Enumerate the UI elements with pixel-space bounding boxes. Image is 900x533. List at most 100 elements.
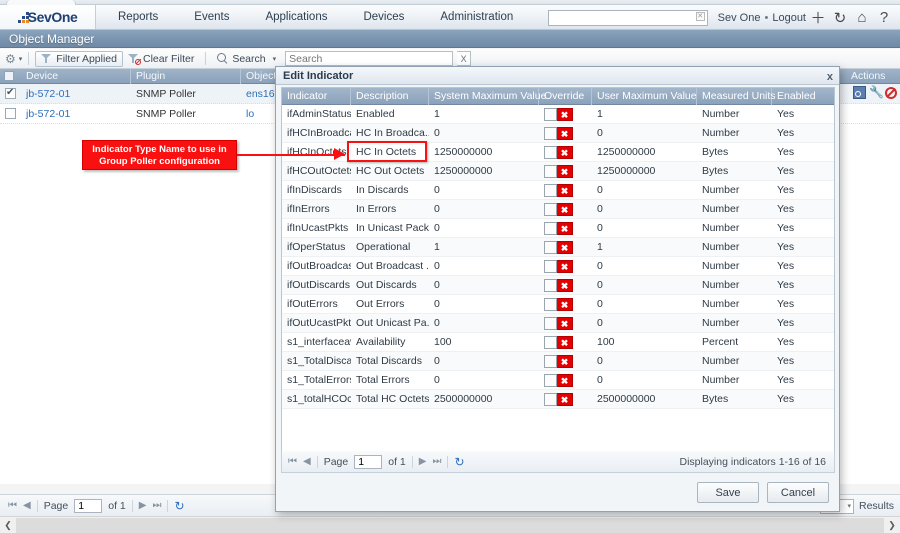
prev-page-icon[interactable]: ◀ — [23, 500, 31, 511]
object-link[interactable]: lo — [246, 108, 254, 120]
override-checkbox[interactable] — [544, 108, 557, 121]
table-row[interactable]: ifInUcastPkts In Unicast Pack... 0 0 Number Y… — [282, 219, 834, 238]
column-header-measured-units[interactable]: Measured Units — [697, 88, 776, 105]
override-reset-button[interactable]: ✖ — [557, 165, 573, 178]
search-dropdown-button[interactable]: Search ▾ — [212, 51, 281, 67]
override-reset-button[interactable]: ✖ — [557, 336, 573, 349]
wrench-icon[interactable]: 🔧 — [869, 86, 884, 99]
override-checkbox[interactable] — [544, 165, 557, 178]
column-header-user-maximum-value[interactable]: User Maximum Value — [592, 88, 697, 105]
gear-icon[interactable]: ⚙ ▾ — [5, 52, 22, 66]
override-reset-button[interactable]: ✖ — [557, 279, 573, 292]
override-reset-button[interactable]: ✖ — [557, 146, 573, 159]
scroll-left-icon[interactable]: ❮ — [0, 517, 16, 533]
table-row[interactable]: s1_TotalErrors Total Errors 0 0 Number Yes ✖ — [282, 371, 834, 390]
override-checkbox[interactable] — [544, 355, 557, 368]
override-checkbox[interactable] — [544, 393, 557, 406]
page-number-input[interactable] — [74, 498, 103, 513]
nav-item-reports[interactable]: Reports — [100, 5, 176, 29]
clear-filter-button[interactable]: Clear Filter — [123, 51, 199, 67]
home-icon[interactable]: ⌂ — [852, 8, 872, 28]
override-reset-button[interactable]: ✖ — [557, 241, 573, 254]
table-row[interactable]: ifOperStatus Operational 1 1 Number Yes ✖ — [282, 238, 834, 257]
search-input[interactable] — [285, 51, 454, 66]
override-checkbox[interactable] — [544, 260, 557, 273]
override-checkbox[interactable] — [544, 146, 557, 159]
save-button[interactable]: Save — [697, 482, 759, 503]
override-reset-button[interactable]: ✖ — [557, 222, 573, 235]
device-link[interactable]: jb-572-01 — [26, 88, 70, 100]
table-row[interactable]: ifInDiscards In Discards 0 0 Number Yes ✖ — [282, 181, 834, 200]
override-reset-button[interactable]: ✖ — [557, 203, 573, 216]
dialog-title-bar[interactable]: Edit Indicator x — [276, 67, 839, 85]
table-row[interactable]: ifOutUcastPkts Out Unicast Pa... 0 0 Number Y… — [282, 314, 834, 333]
close-icon[interactable]: x — [827, 68, 833, 86]
help-icon[interactable]: ? — [874, 8, 894, 28]
table-row[interactable]: ifHCInOctets HC In Octets 1250000000 125000… — [282, 143, 834, 162]
refresh-icon[interactable]: ↻ — [174, 499, 184, 513]
last-page-icon[interactable]: ⏭ — [152, 500, 161, 511]
override-reset-button[interactable]: ✖ — [557, 298, 573, 311]
override-reset-button[interactable]: ✖ — [557, 374, 573, 387]
scrollbar-track[interactable] — [16, 517, 884, 533]
first-page-icon[interactable]: ⏮ — [288, 456, 297, 467]
override-reset-button[interactable]: ✖ — [557, 127, 573, 140]
nav-item-events[interactable]: Events — [176, 5, 247, 29]
last-page-icon[interactable]: ⏭ — [432, 456, 441, 467]
prev-page-icon[interactable]: ◀ — [303, 456, 311, 467]
override-checkbox[interactable] — [544, 203, 557, 216]
table-row[interactable]: ifOutErrors Out Errors 0 0 Number Yes ✖ — [282, 295, 834, 314]
search-clear-button[interactable]: X — [457, 51, 472, 66]
cell-device[interactable]: jb-572-01 — [21, 84, 131, 104]
override-reset-button[interactable]: ✖ — [557, 317, 573, 330]
override-checkbox[interactable] — [544, 184, 557, 197]
override-checkbox[interactable] — [544, 279, 557, 292]
override-checkbox[interactable] — [544, 241, 557, 254]
column-header-enabled[interactable]: Enabled — [772, 88, 834, 105]
report-icon[interactable] — [853, 86, 866, 99]
override-checkbox[interactable] — [544, 127, 557, 140]
filter-applied-button[interactable]: Filter Applied — [35, 50, 123, 67]
cancel-button[interactable]: Cancel — [767, 482, 829, 503]
table-row[interactable]: ifOutDiscards Out Discards 0 0 Number Yes ✖ — [282, 276, 834, 295]
column-header-device[interactable]: Device — [21, 69, 131, 84]
override-reset-button[interactable]: ✖ — [557, 260, 573, 273]
table-row[interactable]: ifHCOutOctets HC Out Octets 1250000000 1250… — [282, 162, 834, 181]
logout-link[interactable]: Logout — [772, 12, 806, 24]
sevone-logo[interactable]: SevOne — [0, 5, 96, 29]
column-header-plugin[interactable]: Plugin — [131, 69, 241, 84]
horizontal-scrollbar[interactable]: ❮ ❯ — [0, 516, 900, 533]
global-search-clear-icon[interactable]: ✕ — [695, 11, 705, 21]
override-reset-button[interactable]: ✖ — [557, 108, 573, 121]
override-checkbox[interactable] — [544, 222, 557, 235]
table-row[interactable]: ifInErrors In Errors 0 0 Number Yes ✖ — [282, 200, 834, 219]
table-row[interactable]: ifOutBroadcast... Out Broadcast ... 0 0 Numb… — [282, 257, 834, 276]
override-reset-button[interactable]: ✖ — [557, 355, 573, 368]
override-checkbox[interactable] — [544, 298, 557, 311]
scroll-right-icon[interactable]: ❯ — [884, 517, 900, 533]
column-header-description[interactable]: Description — [351, 88, 429, 105]
ban-icon[interactable] — [885, 86, 897, 99]
table-row[interactable]: s1_TotalDiscards Total Discards 0 0 Number Ye… — [282, 352, 834, 371]
table-row[interactable]: ifAdminStatus Enabled 1 1 Number Yes ✖ — [282, 105, 834, 124]
next-page-icon[interactable]: ▶ — [419, 456, 427, 467]
page-number-input[interactable] — [354, 454, 383, 469]
override-checkbox[interactable] — [544, 317, 557, 330]
nav-item-applications[interactable]: Applications — [247, 5, 345, 29]
column-header-override[interactable]: Override — [539, 88, 592, 105]
row-checkbox[interactable] — [5, 108, 16, 119]
add-icon[interactable]: ＋ — [808, 8, 828, 28]
table-row[interactable]: s1_interfaceav... Availability 100 100 Perce… — [282, 333, 834, 352]
table-row[interactable]: ifHCInBroadca... HC In Broadca... 0 0 Number… — [282, 124, 834, 143]
override-checkbox[interactable] — [544, 374, 557, 387]
device-link[interactable]: jb-572-01 — [26, 108, 70, 120]
next-page-icon[interactable]: ▶ — [139, 500, 147, 511]
cell-device[interactable]: jb-572-01 — [21, 104, 131, 124]
override-checkbox[interactable] — [544, 336, 557, 349]
refresh-icon[interactable]: ↻ — [454, 455, 464, 469]
nav-item-devices[interactable]: Devices — [345, 5, 422, 29]
column-header-indicator[interactable]: Indicator — [282, 88, 351, 105]
override-reset-button[interactable]: ✖ — [557, 184, 573, 197]
nav-item-administration[interactable]: Administration — [422, 5, 531, 29]
override-reset-button[interactable]: ✖ — [557, 393, 573, 406]
